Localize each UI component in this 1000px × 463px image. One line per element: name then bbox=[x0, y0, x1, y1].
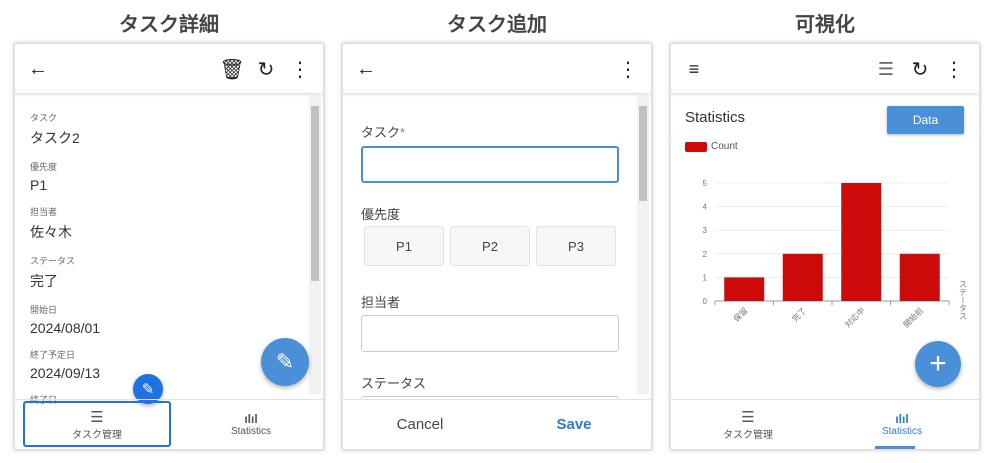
y-tick-label: 1 bbox=[703, 273, 708, 282]
task-detail-screen: ← 🗑 ↻ ⋮ タスク タスク2 優先度 P1 担当者 佐々木 ステータス 完了… bbox=[14, 43, 324, 450]
bar bbox=[782, 253, 823, 301]
field-label: 担当者 bbox=[30, 207, 58, 217]
nav-statistics[interactable]: ılıl Statistics bbox=[825, 400, 979, 449]
scrollbar[interactable] bbox=[309, 94, 321, 394]
x-axis-title: ステータス bbox=[959, 280, 968, 320]
priority-p2-button[interactable]: P2 bbox=[450, 226, 530, 266]
bar-chart-icon: ılıl bbox=[244, 412, 258, 426]
save-button[interactable]: Save bbox=[497, 416, 651, 433]
more-vert-icon[interactable]: ⋮ bbox=[289, 58, 311, 81]
x-tick-label: 開始前 bbox=[901, 305, 925, 329]
priority-p3-button[interactable]: P3 bbox=[536, 226, 616, 266]
field-label: ステータス bbox=[30, 256, 76, 266]
priority-label: 優先度 bbox=[361, 207, 401, 222]
task-label: タスク* bbox=[361, 122, 405, 141]
assignee-label: 担当者 bbox=[361, 295, 401, 310]
back-arrow-icon[interactable]: ← bbox=[27, 58, 49, 80]
app-bar: ← 🗑 ↻ ⋮ bbox=[15, 44, 323, 94]
edit-note-icon: ✎ bbox=[275, 349, 295, 374]
nav-tasks-label: タスク管理 bbox=[723, 430, 773, 441]
cancel-button[interactable]: Cancel bbox=[343, 416, 497, 433]
field-value: 2024/09/13 bbox=[30, 365, 101, 381]
required-mark: * bbox=[400, 125, 406, 140]
bar-chart-icon: ılıl bbox=[895, 412, 909, 426]
field-label: 開始日 bbox=[30, 305, 58, 315]
nav-tasks[interactable]: ☰ タスク管理 bbox=[671, 400, 825, 449]
assignee-input[interactable] bbox=[361, 315, 619, 352]
task-label-text: タスク bbox=[361, 125, 401, 140]
nav-statistics-label: Statistics bbox=[230, 426, 271, 437]
bar bbox=[724, 277, 765, 301]
bar bbox=[899, 253, 940, 301]
x-tick-label: 完了 bbox=[790, 305, 808, 323]
bar bbox=[841, 183, 882, 301]
scrollbar-thumb[interactable] bbox=[639, 106, 647, 201]
field-value: 2024/08/01 bbox=[30, 320, 101, 336]
scrollbar[interactable] bbox=[637, 94, 649, 394]
nav-tasks-label: タスク管理 bbox=[72, 429, 122, 441]
add-fab[interactable]: + bbox=[915, 341, 961, 387]
priority-p1-button[interactable]: P1 bbox=[364, 226, 444, 266]
list-icon: ☰ bbox=[90, 408, 104, 426]
y-tick-label: 2 bbox=[703, 250, 708, 259]
screen-title-add: タスク追加 bbox=[447, 14, 547, 36]
nav-statistics-label: Statistics bbox=[881, 426, 922, 437]
field-label: 終了予定日 bbox=[30, 350, 76, 360]
field-label: タスク bbox=[30, 113, 58, 123]
bottom-nav: ☰ タスク管理 ılıl Statistics bbox=[15, 399, 323, 449]
trash-icon[interactable]: 🗑 bbox=[219, 58, 244, 81]
field-value: タスク2 bbox=[30, 130, 80, 146]
screen-title-detail: タスク詳細 bbox=[119, 14, 219, 36]
detail-fields: タスク タスク2 優先度 P1 担当者 佐々木 ステータス 完了 開始日 202… bbox=[30, 99, 100, 406]
refresh-icon[interactable]: ↻ bbox=[255, 58, 277, 81]
more-vert-icon[interactable]: ⋮ bbox=[617, 58, 639, 81]
nav-statistics[interactable]: ılıl Statistics bbox=[179, 400, 323, 449]
x-tick-label: 保留 bbox=[731, 305, 749, 323]
task-add-screen: ← ⋮ タスク* 優先度 P1 P2 P3 担当者 ステータス Cancel S… bbox=[342, 43, 652, 450]
bar-chart: 0 1 2 3 4 5 保留 完了 対応中 開始前 ステータス bbox=[703, 179, 968, 329]
y-tick-label: 4 bbox=[703, 203, 708, 212]
visualize-screen: ≡ ☰ ↻ ⋮ Statistics Data Count 0 1 2 3 4 5 保留 完了… bbox=[670, 43, 980, 450]
bottom-nav: ☰ タスク管理 ılıl Statistics bbox=[671, 399, 979, 449]
y-tick-label: 3 bbox=[703, 226, 708, 235]
form-actions: Cancel Save bbox=[343, 399, 651, 449]
field-label: 優先度 bbox=[30, 162, 58, 172]
edit-fab[interactable]: ✎ bbox=[261, 338, 309, 386]
screen-title-visualize: 可視化 bbox=[795, 14, 855, 36]
status-label: ステータス bbox=[361, 376, 427, 391]
nav-tasks[interactable]: ☰ タスク管理 bbox=[23, 401, 171, 447]
field-value: 佐々木 bbox=[30, 224, 72, 240]
plus-icon: + bbox=[929, 347, 947, 380]
y-tick-label: 5 bbox=[703, 179, 708, 188]
field-value: P1 bbox=[30, 177, 48, 193]
field-value: 完了 bbox=[30, 273, 58, 289]
y-tick-label: 0 bbox=[703, 297, 708, 306]
task-input[interactable] bbox=[361, 146, 619, 183]
pencil-icon: ✎ bbox=[141, 381, 155, 398]
x-tick-label: 対応中 bbox=[843, 305, 867, 329]
back-arrow-icon[interactable]: ← bbox=[355, 58, 377, 80]
scrollbar-thumb[interactable] bbox=[311, 106, 319, 281]
active-indicator bbox=[875, 446, 915, 449]
list-icon: ☰ bbox=[741, 409, 755, 426]
app-bar: ← ⋮ bbox=[343, 44, 651, 94]
